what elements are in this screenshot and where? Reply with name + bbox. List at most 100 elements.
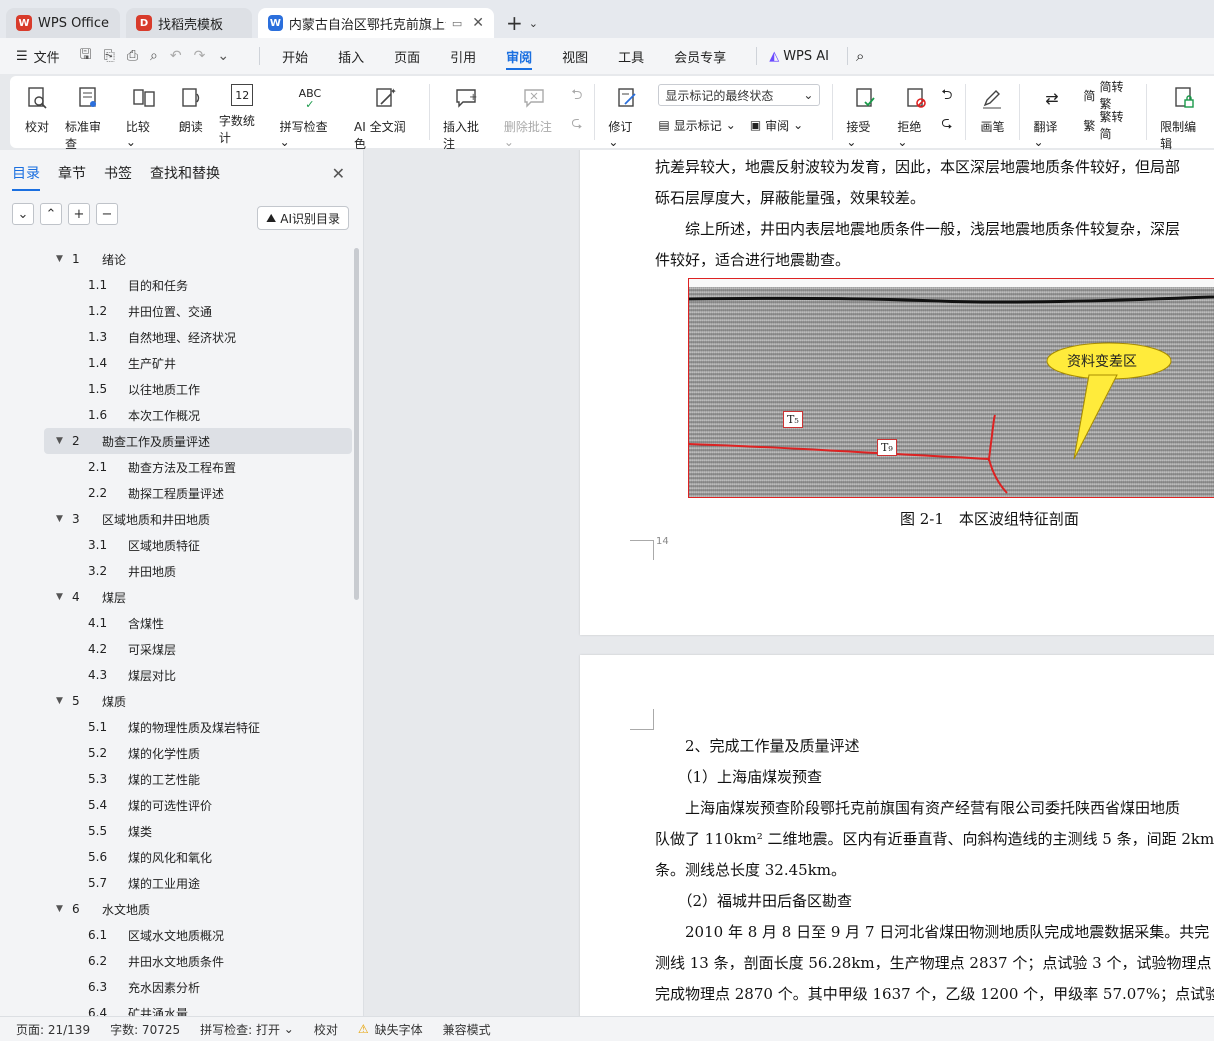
restrict-editing-button[interactable]: 限制编辑 [1160,84,1207,152]
word-count-button[interactable]: 12 字数统计 [219,84,266,146]
toc-chapter-item[interactable]: ▼ 4 煤层 [0,584,352,610]
menu-view[interactable]: 视图 [562,38,588,74]
expand-down-icon[interactable]: ⌄ [12,203,34,225]
menu-insert[interactable]: 插入 [338,38,364,74]
add-heading-icon[interactable]: + [68,203,90,225]
toc-section-item[interactable]: 6.1 区域水文地质概况 [0,922,352,948]
toc-section-item[interactable]: 1.6 本次工作概况 [0,402,352,428]
toc-scrollbar[interactable] [354,248,359,600]
toc-section-item[interactable]: 4.3 煤层对比 [0,662,352,688]
collapse-triangle-icon[interactable]: ▼ [56,696,66,706]
chevron-down-icon[interactable]: ⌄ [529,17,538,30]
toc-section-item[interactable]: 5.1 煤的物理性质及煤岩特征 [0,714,352,740]
redo-icon[interactable]: ↷ [194,48,206,64]
tab-current-document[interactable]: W 内蒙古自治区鄂托克前旗上海 ▭ ✕ [258,8,494,38]
collapse-triangle-icon[interactable]: ▼ [56,904,66,914]
ai-toc-button[interactable]: ⛰ AI识别目录 [257,206,349,230]
compare-button[interactable]: 比较 ⌄ [126,84,163,149]
file-menu[interactable]: ☰ 文件 [16,38,60,74]
save-icon[interactable]: 🖫 [80,44,92,68]
reject-button[interactable]: 拒绝 ⌄ [897,84,934,149]
tab-wps-office[interactable]: W WPS Office [6,8,120,38]
traditional-to-simplified-button[interactable]: 繁繁转简 [1083,110,1134,141]
simplified-to-traditional-button[interactable]: 简简转繁 [1083,80,1134,111]
toc-section-item[interactable]: 5.6 煤的风化和氧化 [0,844,352,870]
toc-chapter-item[interactable]: ▼ 6 水文地质 [0,896,352,922]
toc-section-item[interactable]: 1.3 自然地理、经济状况 [0,324,352,350]
close-panel-icon[interactable]: ✕ [332,164,345,183]
toc-chapter-item[interactable]: ▼ 2 勘查工作及质量评述 [44,428,352,454]
menu-references[interactable]: 引用 [450,38,476,74]
toc-section-item[interactable]: 5.5 煤类 [0,818,352,844]
translate-button[interactable]: ⇄ 翻译 ⌄ [1033,84,1070,150]
toc-chapter-item[interactable]: ▼ 1 绪论 [0,246,352,272]
next-change-icon[interactable]: ⮎ [941,112,952,136]
toc-section-item[interactable]: 5.2 煤的化学性质 [0,740,352,766]
toc-section-item[interactable]: 1.1 目的和任务 [0,272,352,298]
print-icon[interactable]: ⎙ [127,48,138,64]
toc-section-item[interactable]: 4.2 可采煤层 [0,636,352,662]
collapse-triangle-icon[interactable]: ▼ [56,592,66,602]
menu-review[interactable]: 审阅 [506,38,533,74]
pen-button[interactable]: 画笔 [978,84,1006,135]
chevron-down-icon[interactable]: ⌄ [217,48,229,64]
menu-tools[interactable]: 工具 [618,38,644,74]
word-count-indicator[interactable]: 字数: 70725 [110,1021,180,1038]
collapse-triangle-icon[interactable]: ▼ [56,514,66,524]
spell-check-toggle[interactable]: 拼写检查: 打开 ⌄ [200,1021,294,1038]
spell-check-button[interactable]: ABC ✓ 拼写检查 ⌄ [280,84,340,150]
missing-font-indicator[interactable]: ⚠ 缺失字体 [358,1021,423,1038]
previous-change-icon[interactable]: ⮌ [941,84,952,108]
proofread-status[interactable]: 校对 [314,1021,338,1038]
close-tab-icon[interactable]: ✕ [472,15,484,31]
document-page[interactable]: 2、完成工作量及质量评述 （1）上海庙煤炭预查 上海庙煤炭预查阶段鄂托克前旗国有… [580,655,1214,1016]
toc-section-item[interactable]: 5.4 煤的可选性评价 [0,792,352,818]
toc-section-item[interactable]: 5.7 煤的工业用途 [0,870,352,896]
markup-mode-select[interactable]: 显示标记的最终状态 ⌄ [658,84,821,106]
previous-comment-icon[interactable]: ⮌ [571,84,582,108]
collapse-triangle-icon[interactable]: ▼ [56,436,66,446]
tab-find-replace[interactable]: 查找和替换 [150,159,220,187]
show-markup-button[interactable]: ▤ 显示标记 ⌄ [658,114,735,136]
toc-section-item[interactable]: 2.1 勘查方法及工程布置 [0,454,352,480]
toc-section-item[interactable]: 6.3 充水因素分析 [0,974,352,1000]
document-page[interactable]: 抗差异较大，地震反射波较为发育，因此，本区深层地震地质条件较好，但局部 砾石层厚… [580,150,1214,635]
print-preview-icon[interactable]: ⌕ [150,48,158,64]
toc-section-item[interactable]: 5.3 煤的工艺性能 [0,766,352,792]
accept-button[interactable]: 接受 ⌄ [846,84,883,149]
remove-heading-icon[interactable]: − [96,203,118,225]
toc-section-item[interactable]: 1.5 以往地质工作 [0,376,352,402]
toc-section-item[interactable]: 2.2 勘探工程质量评述 [0,480,352,506]
search-icon[interactable]: ⌕ [856,47,864,65]
menu-member[interactable]: 会员专享 [674,38,726,74]
toc-section-item[interactable]: 6.2 井田水文地质条件 [0,948,352,974]
toc-chapter-item[interactable]: ▼ 5 煤质 [0,688,352,714]
tab-toc[interactable]: 目录 [12,159,40,191]
standard-review-button[interactable]: 标准审查 [65,84,112,152]
read-aloud-button[interactable]: 朗读 [177,84,205,135]
collapse-up-icon[interactable]: ⌃ [40,203,62,225]
new-tab-button[interactable]: + ⌄ [500,8,544,38]
next-comment-icon[interactable]: ⮎ [571,112,582,136]
menu-wps-ai[interactable]: ◭ WPS AI [769,38,829,74]
tab-docer-templates[interactable]: D 找稻壳模板 [126,8,252,38]
collapse-triangle-icon[interactable]: ▼ [56,254,66,264]
toc-section-item[interactable]: 3.2 井田地质 [0,558,352,584]
toc-chapter-item[interactable]: ▼ 3 区域地质和井田地质 [0,506,352,532]
undo-icon[interactable]: ↶ [170,48,182,64]
menu-page[interactable]: 页面 [394,38,420,74]
monitor-icon[interactable]: ▭ [452,17,462,30]
review-pane-button[interactable]: ▣ 审阅 ⌄ [750,114,803,136]
insert-comment-button[interactable]: + 插入批注 [443,84,490,152]
export-pdf-icon[interactable]: ⎘ [104,48,115,64]
track-changes-button[interactable]: 修订 ⌄ [608,84,645,149]
tab-bookmarks[interactable]: 书签 [104,159,132,187]
toc-section-item[interactable]: 1.2 井田位置、交通 [0,298,352,324]
tab-chapters[interactable]: 章节 [58,159,86,187]
ai-polish-button[interactable]: ✦ AI 全文润色 [354,84,416,152]
toc-section-item[interactable]: 1.4 生产矿井 [0,350,352,376]
toc-section-item[interactable]: 4.1 含煤性 [0,610,352,636]
delete-comment-button[interactable]: 删除批注 ⌄ [504,84,564,149]
toc-section-item[interactable]: 3.1 区域地质特征 [0,532,352,558]
proofread-button[interactable]: 校对 [23,84,51,135]
